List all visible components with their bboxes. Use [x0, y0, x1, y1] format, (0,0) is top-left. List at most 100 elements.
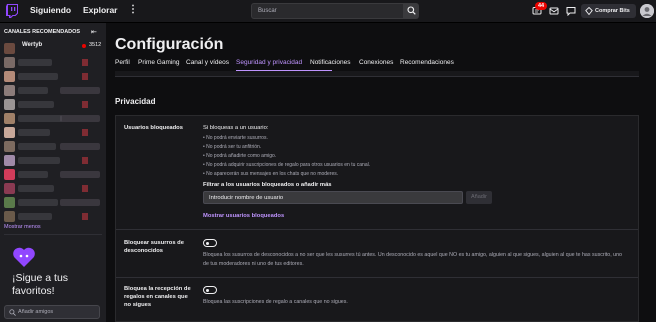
tab-connections[interactable]: Conexiones	[359, 59, 393, 66]
search-icon	[407, 6, 416, 15]
blocked-rule-item: • No aparecerán sus mensajes en los chat…	[203, 171, 339, 177]
notifications-badge: 44	[535, 2, 547, 10]
channel-meta	[60, 115, 100, 122]
toggle-knob	[205, 288, 209, 292]
sidebar-channel[interactable]	[0, 112, 106, 125]
blocked-rule-item: • No podrá ser tu anfitrión.	[203, 144, 262, 150]
live-indicator-icon	[82, 44, 86, 48]
channel-name	[18, 213, 52, 220]
sidebar-heading: CANALES RECOMENDADOS	[4, 29, 81, 35]
channel-avatar	[4, 85, 15, 96]
channel-avatar	[4, 113, 15, 124]
blocked-rule-item: • No podrá adquirir suscripciones de reg…	[203, 162, 371, 168]
channel-meta	[60, 199, 100, 206]
live-indicator-icon	[82, 213, 88, 220]
search-placeholder: Buscar	[258, 8, 277, 14]
channel-name: Wertyb	[22, 42, 43, 48]
channel-meta	[60, 87, 100, 94]
tab-profile[interactable]: Perfil	[115, 59, 130, 66]
sidebar-channel[interactable]	[0, 182, 106, 195]
tab-prime-gaming[interactable]: Prime Gaming	[138, 59, 180, 66]
sidebar-channel[interactable]	[0, 84, 106, 97]
blocked-users-intro: Si bloqueas a un usuario:	[203, 125, 269, 131]
channel-avatar	[4, 197, 15, 208]
buy-bits-label: Comprar Bits	[595, 8, 630, 14]
blocked-rule-item: • No podrá añadirte como amigo.	[203, 153, 277, 159]
sidebar-channel[interactable]: Wertyb 3512	[0, 42, 106, 55]
nav-following-link[interactable]: Siguiendo	[30, 5, 71, 15]
channel-viewers: 3512	[89, 42, 102, 48]
tab-recommendations[interactable]: Recomendaciones	[400, 59, 454, 66]
show-blocked-users-link[interactable]: Mostrar usuarios bloqueados	[203, 213, 284, 219]
kebab-menu-icon[interactable]: ⋮	[128, 4, 138, 15]
page-title: Configuración	[115, 36, 224, 53]
sidebar-channel[interactable]	[0, 56, 106, 69]
sidebar-channel[interactable]	[0, 196, 106, 209]
sidebar-divider	[4, 234, 102, 235]
whispers-icon[interactable]	[566, 6, 576, 16]
blocked-username-input[interactable]: Introducir nombre de usuario	[203, 191, 463, 204]
channel-name	[18, 171, 48, 178]
channel-name	[18, 199, 58, 206]
channel-avatar	[4, 43, 15, 54]
nav-browse-link[interactable]: Explorar	[83, 5, 118, 15]
block-gifts-toggle[interactable]	[203, 286, 217, 294]
channel-avatar	[4, 169, 15, 180]
settings-main: Configuración Perfil Prime Gaming Canal …	[106, 23, 656, 322]
search-button[interactable]	[404, 3, 419, 19]
buy-bits-button[interactable]: Comprar Bits	[581, 4, 636, 18]
channel-meta	[60, 143, 100, 150]
live-indicator-icon	[82, 101, 88, 108]
privacy-card: Usuarios bloqueados Si bloqueas a un usu…	[115, 115, 639, 322]
channel-avatar	[4, 211, 15, 222]
bits-icon	[585, 7, 593, 15]
add-blocked-button[interactable]: Añadir	[466, 191, 492, 204]
channel-avatar	[4, 57, 15, 68]
channel-name	[18, 129, 50, 136]
tab-notifications[interactable]: Notificaciones	[310, 59, 350, 66]
live-indicator-icon	[82, 185, 88, 192]
filter-blocked-label: Filtrar a los usuarios bloqueados o añad…	[203, 182, 332, 188]
sidebar-channel[interactable]	[0, 98, 106, 111]
block-whispers-description: Bloquea los susurros de desconocidos a n…	[203, 252, 623, 267]
sidebar-channel[interactable]	[0, 140, 106, 153]
channel-name	[18, 143, 56, 150]
search-input[interactable]: Buscar	[251, 3, 404, 19]
top-navigation: Siguiendo Explorar ⋮ Buscar 44 Comprar B…	[0, 0, 656, 23]
add-friends-placeholder: Añadir amigos	[18, 309, 54, 315]
channel-name	[18, 185, 54, 192]
channel-name	[18, 73, 58, 80]
twitch-logo-icon[interactable]	[6, 4, 18, 18]
tab-channel-videos[interactable]: Canal y vídeos	[186, 59, 229, 66]
toggle-knob	[205, 241, 209, 245]
row-divider	[116, 277, 638, 278]
sidebar-channel[interactable]	[0, 126, 106, 139]
avatar-icon	[640, 4, 654, 18]
block-whispers-toggle[interactable]	[203, 239, 217, 247]
channel-avatar	[4, 127, 15, 138]
sidebar-channel[interactable]	[0, 210, 106, 223]
show-less-link[interactable]: Mostrar menos	[4, 224, 41, 230]
channel-name	[18, 59, 52, 66]
sidebar: CANALES RECOMENDADOS ⇤ Wertyb 3512 Mostr…	[0, 23, 106, 322]
inbox-icon[interactable]	[549, 6, 559, 16]
block-gifts-description: Bloquea las suscripciones de regalo a ca…	[203, 299, 348, 305]
channel-avatar	[4, 71, 15, 82]
username-placeholder: Introducir nombre de usuario	[209, 195, 284, 201]
row-divider	[116, 229, 638, 230]
sidebar-channel[interactable]	[0, 154, 106, 167]
add-friends-input[interactable]: Añadir amigos	[4, 305, 100, 319]
channel-avatar	[4, 155, 15, 166]
block-gifts-label: Bloquea la recepción de regalos en canal…	[124, 286, 191, 308]
heart-icon	[13, 247, 35, 267]
tab-security-privacy[interactable]: Seguridad y privacidad	[236, 59, 302, 66]
collapse-sidebar-icon[interactable]: ⇤	[91, 28, 97, 36]
channel-meta	[60, 171, 100, 178]
user-avatar[interactable]	[640, 4, 654, 18]
channel-avatar	[4, 141, 15, 152]
live-indicator-icon	[82, 129, 88, 136]
sidebar-channel[interactable]	[0, 168, 106, 181]
live-indicator-icon	[82, 59, 88, 66]
sidebar-channel[interactable]	[0, 70, 106, 83]
add-button-label: Añadir	[471, 194, 487, 200]
